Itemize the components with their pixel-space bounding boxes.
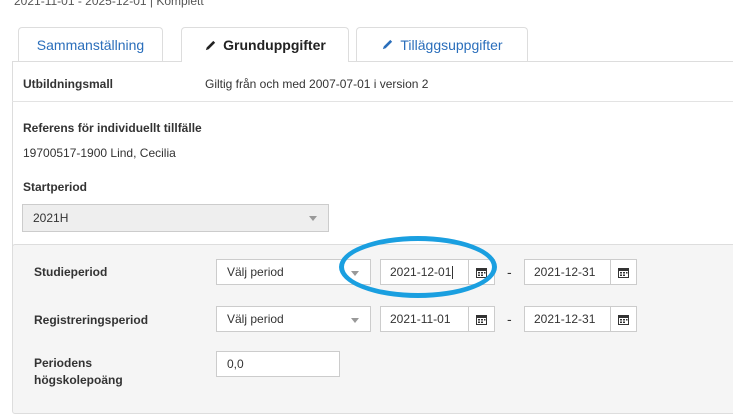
pencil-icon <box>383 39 393 50</box>
chevron-down-icon <box>351 318 359 323</box>
calendar-icon[interactable] <box>610 307 636 331</box>
studieperiod-to-date[interactable]: 2021-12-31 <box>524 259 637 285</box>
utbildningsmall-label: Utbildningsmall <box>23 77 113 91</box>
startperiod-label: Startperiod <box>23 180 88 194</box>
text-cursor <box>452 265 454 279</box>
period-select-value: Välj period <box>227 265 284 279</box>
calendar-icon[interactable] <box>468 260 494 284</box>
poang-input[interactable]: 0,0 <box>216 351 340 377</box>
startperiod-selected: 2021H <box>33 211 69 225</box>
tab-label: Grunduppgifter <box>223 37 326 53</box>
tab-grunduppgifter[interactable]: Grunduppgifter <box>181 27 349 62</box>
chevron-down-icon <box>309 216 317 221</box>
row-divider <box>12 101 733 102</box>
tab-tillaggsuppgifter[interactable]: Tilläggsuppgifter <box>356 27 528 61</box>
calendar-icon[interactable] <box>610 260 636 284</box>
utbildningsmall-value: Giltig från och med 2007-07-01 i version… <box>205 77 429 91</box>
referens-value: 19700517-1900 Lind, Cecilia <box>23 146 176 160</box>
referens-label: Referens för individuellt tillfälle <box>23 121 202 135</box>
date-input[interactable]: 2021-11-01 <box>381 307 468 331</box>
date-separator: - <box>507 311 512 327</box>
tab-label: Sammanställning <box>36 36 145 53</box>
poang-label-line2: högskolepoäng <box>34 373 123 387</box>
tab-divider <box>12 61 733 62</box>
startperiod-select[interactable]: 2021H <box>22 204 329 232</box>
studieperiod-from-date[interactable]: 2021-12-01 <box>380 259 495 285</box>
calendar-icon[interactable] <box>468 307 494 331</box>
registreringsperiod-to-date[interactable]: 2021-12-31 <box>524 306 637 332</box>
studieperiod-period-select[interactable]: Välj period <box>216 259 371 285</box>
registreringsperiod-from-date[interactable]: 2021-11-01 <box>380 306 495 332</box>
pencil-icon <box>206 40 216 50</box>
date-separator: - <box>507 264 512 280</box>
period-select-value: Välj period <box>227 312 284 326</box>
tab-sammanstallning[interactable]: Sammanställning <box>18 27 163 61</box>
chevron-down-icon <box>351 271 359 276</box>
registreringsperiod-label: Registreringsperiod <box>34 313 149 327</box>
registreringsperiod-period-select[interactable]: Välj period <box>216 306 371 332</box>
studieperiod-label: Studieperiod <box>34 265 108 279</box>
header-status-text: 2021-11-01 - 2025-12-01 | Komplett <box>14 0 204 8</box>
poang-label-line1: Periodens <box>34 356 93 370</box>
tab-label: Tilläggsuppgifter <box>400 36 503 53</box>
date-input[interactable]: 2021-12-01 <box>381 260 468 284</box>
date-input[interactable]: 2021-12-31 <box>525 307 610 331</box>
date-input[interactable]: 2021-12-31 <box>525 260 610 284</box>
